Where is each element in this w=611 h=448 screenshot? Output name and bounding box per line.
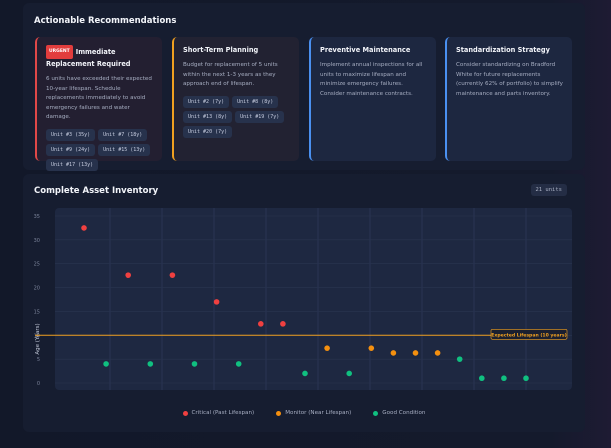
legend-item[interactable]: Critical (Past Lifespan): [182, 410, 255, 416]
urgent-badge: URGENT: [46, 45, 73, 59]
unit-tag[interactable]: Unit #15 (13y): [98, 143, 151, 156]
y-tick-label: 30: [34, 238, 40, 244]
recommendation-card: URGENT Immediate Replacement Required 6 un…: [35, 37, 162, 186]
card-description: Implement annual inspections for all uni…: [320, 62, 423, 97]
unit-tag[interactable]: Unit #9 (24y): [46, 143, 96, 156]
data-point[interactable]: [235, 361, 242, 367]
y-tick-label: 0: [37, 381, 40, 387]
data-point[interactable]: [434, 350, 441, 356]
age-scatter-chart: 05101520253035Age (Years) Expected Lifesp…: [34, 208, 572, 390]
data-point[interactable]: [280, 321, 286, 327]
unit-tag[interactable]: Unit #3 (35y): [46, 128, 96, 141]
data-point[interactable]: [147, 361, 154, 367]
unit-tag[interactable]: Unit #7 (18y): [98, 128, 148, 141]
y-tick-label: 20: [34, 286, 40, 292]
card-title: Preventive Maintenance: [320, 45, 427, 55]
unit-tag[interactable]: Unit #2 (7y): [183, 95, 230, 108]
recommendation-card: Standardization Strategy Consider standar…: [445, 37, 572, 161]
card-description: Consider standardizing on Bradford White…: [456, 62, 563, 97]
recommendation-card: Preventive Maintenance Implement annual i…: [309, 37, 436, 161]
unit-tag[interactable]: Unit #20 (7y): [183, 125, 233, 138]
y-tick-label: 35: [34, 214, 40, 220]
card-description: Budget for replacement of 5 units within…: [183, 62, 278, 87]
legend-item[interactable]: Good Condition: [373, 410, 425, 416]
legend-label: Monitor (Near Lifespan): [285, 410, 352, 416]
y-tick-label: 5: [37, 357, 40, 363]
data-point[interactable]: [324, 345, 330, 351]
data-point[interactable]: [390, 350, 397, 356]
y-axis-label: Age (Years): [35, 323, 41, 354]
legend-label: Critical (Past Lifespan): [191, 410, 255, 416]
legend-dot-icon: [182, 410, 188, 416]
unit-tag[interactable]: Unit #13 (8y): [183, 110, 233, 123]
chart-legend: Critical (Past Lifespan) Monitor (Near Li…: [23, 410, 585, 416]
card-title-text: Preventive Maintenance: [320, 46, 411, 54]
data-point[interactable]: [479, 375, 485, 382]
plot-area: [55, 208, 572, 390]
data-point[interactable]: [258, 321, 264, 327]
data-point[interactable]: [81, 225, 87, 231]
inventory-panel: Complete Asset Inventory 21 units 0 5 10 15…: [23, 174, 585, 432]
data-point[interactable]: [169, 272, 176, 278]
y-tick-label: 25: [34, 262, 40, 268]
unit-tag[interactable]: Unit #19 (7y): [235, 110, 285, 123]
data-point[interactable]: [125, 272, 131, 278]
legend-item[interactable]: Monitor (Near Lifespan): [276, 410, 351, 416]
card-title-text: Short-Term Planning: [183, 46, 259, 54]
data-point[interactable]: [191, 361, 198, 367]
data-point[interactable]: [456, 356, 463, 362]
legend-dot-icon: [276, 410, 282, 416]
unit-tag[interactable]: Unit #8 (8y): [232, 95, 279, 108]
legend-dot-icon: [373, 410, 379, 416]
section-title: Actionable Recommendations: [34, 16, 177, 26]
reference-line-label: Expected Lifespan (10 years): [491, 332, 566, 338]
legend-label: Good Condition: [382, 410, 426, 416]
card-title-text: Standardization Strategy: [456, 46, 550, 54]
card-description: 6 units have exceeded their expected 10-…: [46, 76, 152, 120]
card-title: Standardization Strategy: [456, 45, 563, 55]
data-point[interactable]: [302, 370, 308, 377]
data-point[interactable]: [523, 375, 529, 382]
data-point[interactable]: [103, 361, 109, 367]
card-title: Short-Term Planning: [183, 45, 290, 55]
recommendations-panel: Actionable Recommendations URGENT Immedia…: [23, 3, 585, 186]
data-point[interactable]: [213, 299, 220, 305]
data-point[interactable]: [368, 345, 375, 351]
data-point[interactable]: [412, 350, 419, 356]
data-point[interactable]: [346, 370, 353, 377]
unit-tag[interactable]: Unit #17 (13y): [46, 158, 99, 171]
data-point[interactable]: [501, 375, 507, 382]
card-title: URGENT Immediate Replacement Required: [46, 45, 153, 69]
recommendation-card: Short-Term Planning Budget for replacemen…: [172, 37, 299, 161]
y-tick-label: 15: [34, 309, 40, 315]
